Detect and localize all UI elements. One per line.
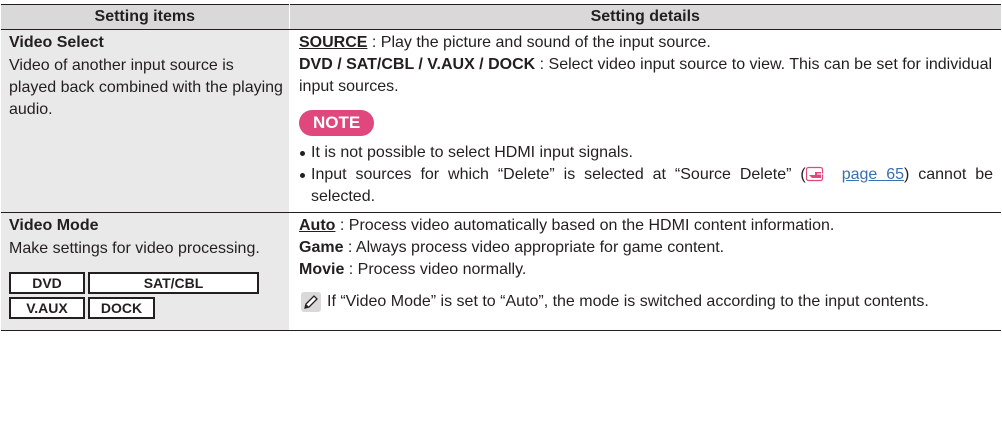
table-row-video-mode: Video Mode Make settings for video proce… xyxy=(1,212,1001,331)
page-reference[interactable]: page 65 xyxy=(805,166,904,183)
option-text: : Play the picture and sound of the inpu… xyxy=(367,34,711,51)
header-setting-items: Setting items xyxy=(1,4,290,30)
option-label: SOURCE xyxy=(299,34,368,51)
note-item: Input sources for which “Delete” is sele… xyxy=(299,164,993,208)
page-link[interactable]: page 65 xyxy=(842,166,904,183)
option-text: : Process video automatically based on t… xyxy=(335,217,835,234)
option-label: DVD / SAT/CBL / V.AUX / DOCK xyxy=(299,56,536,73)
item-description: Make settings for video processing. xyxy=(9,240,260,257)
item-title: Video Select xyxy=(9,34,104,51)
note-item: It is not possible to select HDMI input … xyxy=(299,142,993,164)
note-list: It is not possible to select HDMI input … xyxy=(299,142,993,208)
option-line: DVD / SAT/CBL / V.AUX / DOCK : Select vi… xyxy=(299,54,993,98)
tip: If “Video Mode” is set to “Auto”, the mo… xyxy=(299,291,993,313)
source-badge-v-aux: V.AUX xyxy=(9,297,85,319)
option-line: SOURCE : Play the picture and sound of t… xyxy=(299,32,993,54)
table-row-video-select: Video Select Video of another input sour… xyxy=(1,29,1001,213)
setting-detail-cell: Auto : Process video automatically based… xyxy=(289,212,1001,331)
item-title: Video Mode xyxy=(9,217,99,234)
note-badge: NOTE xyxy=(299,110,375,136)
option-text: : Always process video appropriate for g… xyxy=(343,239,725,256)
table-header-row: Setting items Setting details xyxy=(1,4,1001,30)
source-badge-dvd: DVD xyxy=(9,272,85,294)
source-badge-sat-cbl: SAT/CBL xyxy=(88,272,259,294)
option-label: Game xyxy=(299,239,344,256)
setting-item-cell: Video Select Video of another input sour… xyxy=(1,29,289,213)
settings-table: Setting items Setting details Video Sele… xyxy=(1,4,1001,331)
tip-text: If “Video Mode” is set to “Auto”, the mo… xyxy=(327,293,929,310)
option-line: Game : Always process video appropriate … xyxy=(299,237,993,259)
option-label: Movie xyxy=(299,261,345,278)
option-line: Movie : Process video normally. xyxy=(299,259,993,281)
option-text: : Process video normally. xyxy=(344,261,527,278)
source-badges: DVD SAT/CBL V.AUX DOCK xyxy=(9,272,283,319)
header-setting-details: Setting details xyxy=(289,4,1001,30)
option-label: Auto xyxy=(299,217,336,234)
pointing-hand-icon xyxy=(805,166,823,182)
setting-detail-cell: SOURCE : Play the picture and sound of t… xyxy=(289,29,1001,213)
option-line: Auto : Process video automatically based… xyxy=(299,215,993,237)
pencil-icon xyxy=(301,292,321,312)
setting-item-cell: Video Mode Make settings for video proce… xyxy=(1,212,289,331)
item-description: Video of another input source is played … xyxy=(9,57,283,118)
source-badge-dock: DOCK xyxy=(88,297,155,319)
